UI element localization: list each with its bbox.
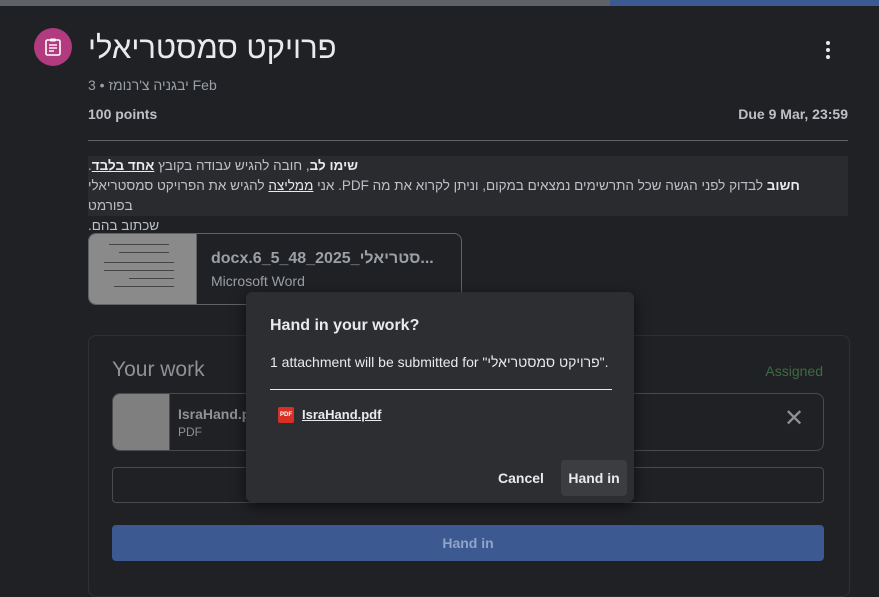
dialog-file-link[interactable]: IsraHand.pdf	[302, 407, 381, 422]
hand-in-dialog: Hand in your work? 1 attachment will be …	[246, 292, 634, 502]
dialog-divider	[270, 389, 612, 390]
dialog-title: Hand in your work?	[270, 317, 420, 334]
dialog-hand-in-button[interactable]: Hand in	[561, 460, 627, 496]
cancel-button[interactable]: Cancel	[489, 462, 553, 494]
dialog-body: 1 attachment will be submitted for "פרוי…	[270, 354, 609, 370]
pdf-icon: PDF	[278, 407, 294, 423]
